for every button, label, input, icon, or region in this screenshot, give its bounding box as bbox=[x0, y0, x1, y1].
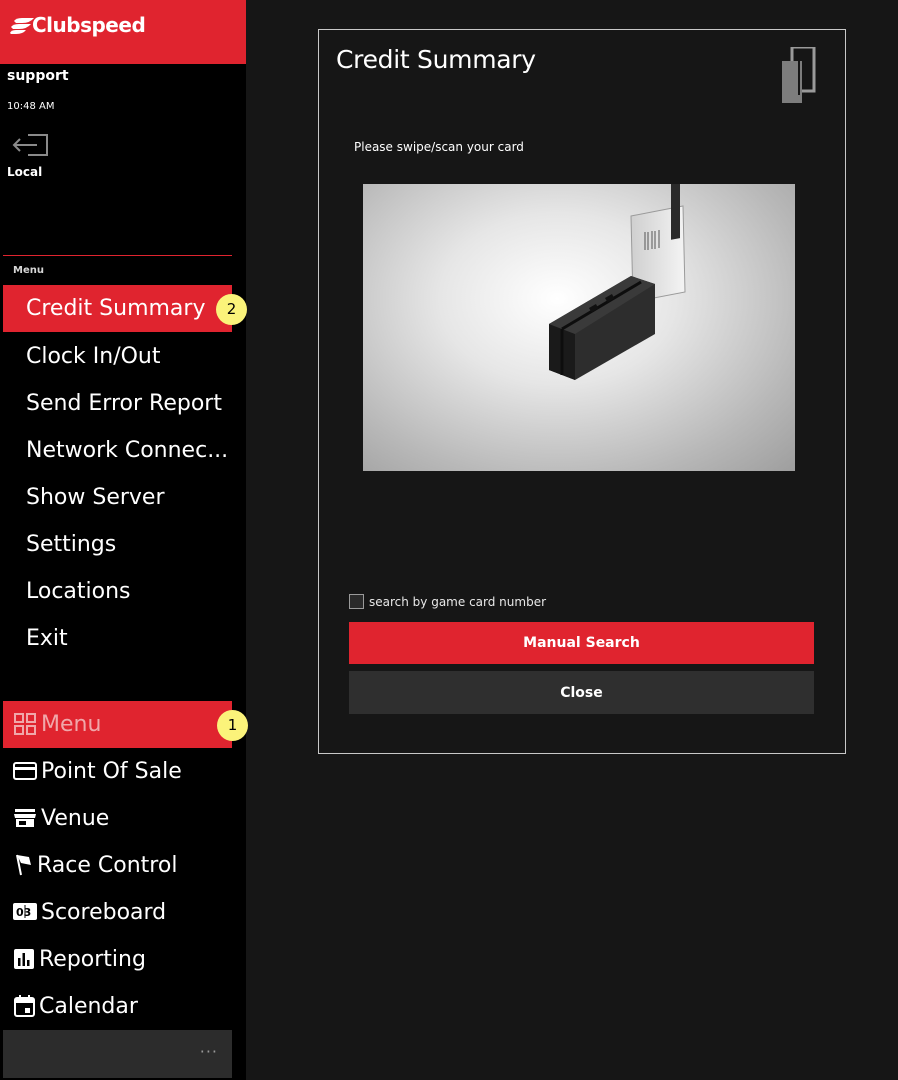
menu-heading: Menu bbox=[13, 265, 44, 276]
menu-item-network-connection[interactable]: Network Connec... bbox=[3, 427, 232, 474]
menu-item-show-server[interactable]: Show Server bbox=[3, 474, 232, 521]
svg-text:03: 03 bbox=[16, 906, 31, 919]
nav-item-point-of-sale[interactable]: Point Of Sale bbox=[3, 748, 232, 795]
divider bbox=[3, 255, 232, 256]
checkbox-label: search by game card number bbox=[369, 595, 547, 609]
menu-item-settings[interactable]: Settings bbox=[3, 521, 232, 568]
swipe-prompt: Please swipe/scan your card bbox=[354, 140, 524, 154]
brand-header: Clubspeed bbox=[0, 0, 246, 64]
more-options-icon: ··· bbox=[199, 1042, 218, 1061]
search-by-card-number-checkbox[interactable] bbox=[349, 594, 364, 609]
nav-item-calendar[interactable]: Calendar bbox=[3, 983, 232, 1030]
location-label: Local bbox=[7, 165, 43, 179]
nav-item-label: Race Control bbox=[37, 853, 178, 878]
nav-item-reporting[interactable]: Reporting bbox=[3, 936, 232, 983]
menu-item-label: Exit bbox=[26, 626, 68, 651]
card-reader-icon bbox=[782, 47, 816, 103]
more-options-bar[interactable]: ··· bbox=[3, 1030, 232, 1078]
close-button[interactable]: Close bbox=[349, 671, 814, 714]
nav-item-venue[interactable]: Venue bbox=[3, 795, 232, 842]
magnetic-card-reader-illustration bbox=[549, 184, 686, 380]
nav-item-race-control[interactable]: Race Control bbox=[3, 842, 232, 889]
menu-item-label: Network Connec... bbox=[26, 438, 229, 463]
dialog-title: Credit Summary bbox=[336, 45, 536, 74]
nav-item-label: Menu bbox=[41, 712, 102, 737]
menu-item-label: Settings bbox=[26, 532, 117, 557]
card-reader-image bbox=[363, 184, 795, 471]
menu-item-clock-in-out[interactable]: Clock In/Out bbox=[3, 333, 232, 380]
menu-item-label: Credit Summary bbox=[26, 296, 206, 321]
credit-card-icon bbox=[13, 762, 37, 780]
menu-item-exit[interactable]: Exit bbox=[3, 615, 232, 662]
calendar-icon bbox=[14, 995, 35, 1017]
nav-item-label: Point Of Sale bbox=[41, 759, 182, 784]
flag-icon bbox=[16, 854, 31, 876]
nav-item-label: Calendar bbox=[39, 994, 138, 1019]
menu-item-send-error-report[interactable]: Send Error Report bbox=[3, 380, 232, 427]
nav-item-scoreboard[interactable]: 03 Scoreboard bbox=[3, 889, 232, 936]
annotation-badge-2: 2 bbox=[216, 294, 247, 325]
menu-item-label: Locations bbox=[26, 579, 131, 604]
credit-summary-dialog: Credit Summary Please swipe/scan your ca… bbox=[318, 29, 846, 754]
menu-item-credit-summary[interactable]: Credit Summary bbox=[3, 285, 232, 332]
nav-item-label: Venue bbox=[41, 806, 110, 831]
menu-item-label: Show Server bbox=[26, 485, 165, 510]
grid-icon bbox=[14, 713, 36, 735]
sidebar: Clubspeed support 10:48 AM Local Menu Cr… bbox=[0, 0, 246, 1080]
clock-time: 10:48 AM bbox=[7, 101, 55, 112]
bar-chart-icon bbox=[14, 949, 34, 969]
menu-item-locations[interactable]: Locations bbox=[3, 568, 232, 615]
storefront-icon bbox=[14, 809, 36, 827]
nav-item-label: Reporting bbox=[39, 947, 146, 972]
scoreboard-icon: 03 bbox=[13, 903, 37, 920]
logout-icon[interactable] bbox=[10, 133, 50, 157]
manual-search-button[interactable]: Manual Search bbox=[349, 622, 814, 664]
menu-item-label: Clock In/Out bbox=[26, 344, 161, 369]
user-name: support bbox=[7, 68, 69, 84]
menu-item-label: Send Error Report bbox=[26, 391, 222, 416]
nav-item-label: Scoreboard bbox=[41, 900, 167, 925]
annotation-badge-1: 1 bbox=[217, 710, 248, 741]
nav-item-menu[interactable]: Menu bbox=[3, 701, 232, 748]
brand-name: Clubspeed bbox=[32, 13, 146, 37]
